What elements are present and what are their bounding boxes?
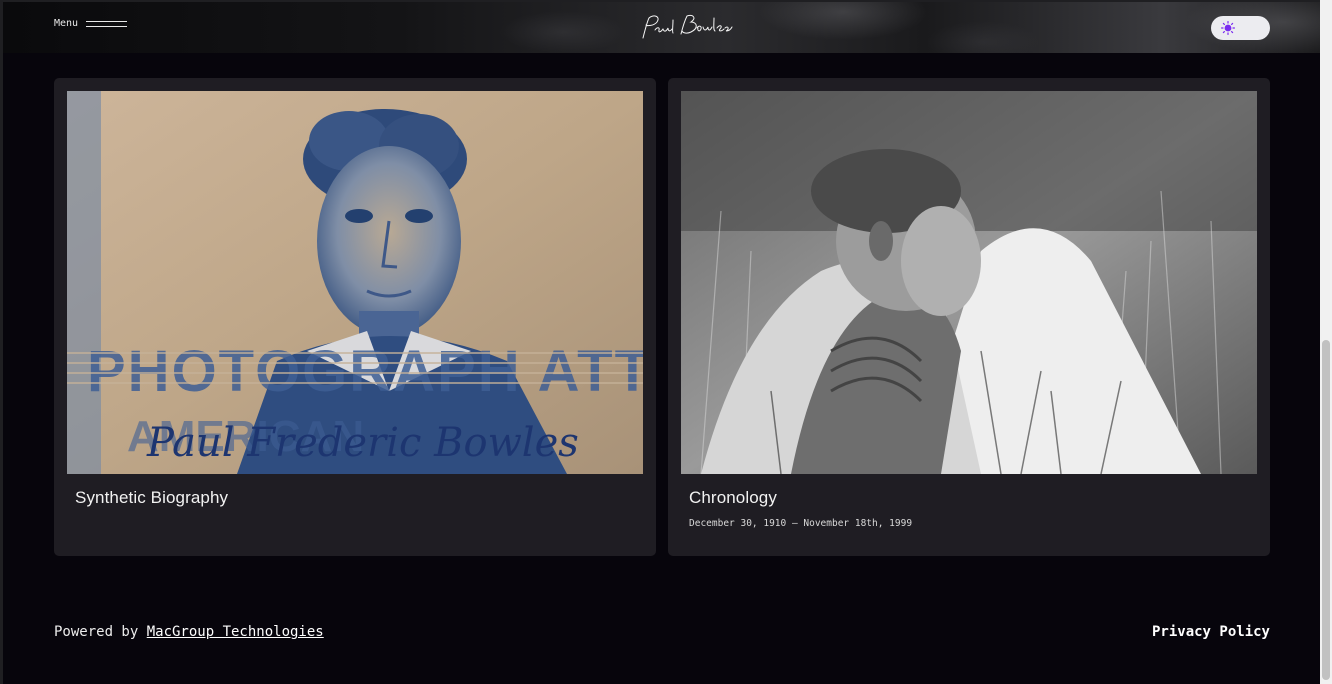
passport-photo: PHOTOGRAPH ATTACH AMERICAN Paul Frederic…: [67, 91, 643, 474]
signature-logo-icon: [642, 15, 733, 39]
window-border: [0, 0, 3, 684]
theme-toggle[interactable]: [1211, 16, 1270, 40]
card-title: Synthetic Biography: [75, 488, 229, 507]
menu-button[interactable]: Menu: [54, 18, 128, 29]
scrollbar-thumb[interactable]: [1322, 340, 1330, 680]
passport-signature: Paul Frederic Bowles: [146, 420, 579, 466]
scrollbar[interactable]: [1320, 0, 1332, 684]
macgroup-link[interactable]: MacGroup Technologies: [147, 624, 324, 640]
privacy-policy-link[interactable]: Privacy Policy: [1152, 624, 1270, 640]
powered-by-label: Powered by: [54, 624, 147, 640]
hamburger-icon: [86, 19, 128, 29]
page: Menu PHOTOGRAPH ATT AMERICAN Paul Freder…: [0, 0, 1332, 684]
card-synthetic-biography[interactable]: PHOTOGRAPH ATTACH AMERICAN Paul Frederic…: [54, 78, 656, 556]
card-chronology[interactable]: Chronology December 30, 1910 — November …: [668, 78, 1270, 556]
passport-photo-icon: PHOTOGRAPH ATTACH AMERICAN Paul Frederic…: [67, 91, 643, 474]
grass-portrait-photo-icon: [681, 91, 1257, 474]
portrait-photo: [681, 91, 1257, 474]
sun-icon: [1221, 21, 1235, 35]
site-header: Menu: [3, 2, 1320, 53]
card-date-range: December 30, 1910 — November 18th, 1999: [689, 518, 913, 529]
card-title: Chronology: [689, 488, 777, 507]
signature-logo[interactable]: [637, 12, 733, 44]
menu-label: Menu: [54, 18, 79, 29]
stamp-text: PHOTOGRAPH ATTACH: [87, 339, 643, 404]
footer-powered-by: Powered by MacGroup Technologies: [54, 624, 324, 640]
